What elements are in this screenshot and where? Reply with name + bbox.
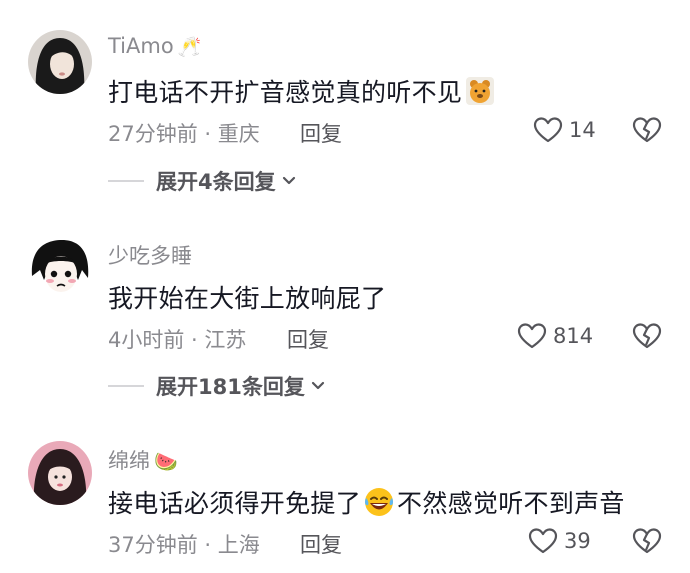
comment-time: 37分钟前 xyxy=(108,533,198,557)
like-button[interactable]: 39 xyxy=(528,527,591,555)
divider-line xyxy=(108,180,144,182)
comment-time: 4小时前 xyxy=(108,328,185,352)
champagne-emoji: 🥂 xyxy=(177,36,202,58)
comment-text: 接电话必须得开免提了 不然感觉听不到声音 xyxy=(108,484,625,520)
like-count: 14 xyxy=(569,118,596,142)
laughing-crying-emoji xyxy=(364,488,394,516)
expand-replies[interactable]: 展开181条回复 xyxy=(108,371,325,401)
comment-time: 27分钟前 xyxy=(108,122,198,146)
avatar-image xyxy=(28,236,92,300)
heart-icon xyxy=(517,323,547,349)
broken-heart-icon xyxy=(632,528,662,554)
avatar[interactable] xyxy=(28,236,92,300)
meta-separator: · xyxy=(197,533,218,557)
comment-meta: 4小时前 · 江苏 xyxy=(108,324,246,354)
like-count: 814 xyxy=(553,324,594,348)
meta-separator: · xyxy=(184,328,205,352)
reply-button[interactable]: 回复 xyxy=(287,324,329,354)
reply-button[interactable]: 回复 xyxy=(300,118,342,148)
like-button[interactable]: 814 xyxy=(517,322,593,350)
comment-text-main: 接电话必须得开免提了 xyxy=(108,489,362,518)
heart-icon xyxy=(533,117,563,143)
comment-text: 我开始在大街上放响屁了 xyxy=(108,279,386,315)
bear-emoji xyxy=(466,77,495,105)
comment-text-main: 打电话不开扩音感觉真的听不见 xyxy=(108,78,463,107)
expand-replies-label: 展开181条回复 xyxy=(156,375,305,399)
watermelon-emoji: 🍉 xyxy=(154,451,178,473)
comment-text: 打电话不开扩音感觉真的听不见 xyxy=(108,73,498,109)
dislike-button[interactable] xyxy=(632,116,662,144)
username[interactable]: TiAmo 🥂 xyxy=(108,34,201,58)
avatar[interactable] xyxy=(28,30,92,94)
username-text: 少吃多睡 xyxy=(108,244,192,268)
broken-heart-icon xyxy=(632,117,662,143)
meta-separator: · xyxy=(197,122,218,146)
comment-location: 江苏 xyxy=(204,328,247,352)
expand-replies[interactable]: 展开4条回复 xyxy=(108,166,296,196)
broken-heart-icon xyxy=(632,323,662,349)
chevron-down-icon xyxy=(282,176,295,185)
expand-replies-label: 展开4条回复 xyxy=(156,170,276,194)
username[interactable]: 绵绵 🍉 xyxy=(108,445,178,475)
avatar-image xyxy=(28,441,92,505)
comment-text-after: 不然感觉听不到声音 xyxy=(397,489,625,518)
dislike-button[interactable] xyxy=(632,322,662,350)
comment-text-main: 我开始在大街上放响屁了 xyxy=(108,284,387,313)
comment-meta: 27分钟前 · 重庆 xyxy=(108,118,260,148)
username[interactable]: 少吃多睡 xyxy=(108,240,192,270)
username-text: TiAmo xyxy=(108,34,174,58)
dislike-button[interactable] xyxy=(632,527,662,555)
heart-icon xyxy=(528,528,558,554)
avatar-image xyxy=(28,30,92,94)
username-text: 绵绵 xyxy=(108,449,150,473)
like-count: 39 xyxy=(564,529,591,553)
chevron-down-icon xyxy=(311,381,324,390)
divider-line xyxy=(108,385,144,387)
comment-location: 上海 xyxy=(217,533,260,557)
like-button[interactable]: 14 xyxy=(533,116,596,144)
avatar[interactable] xyxy=(28,441,92,505)
reply-button[interactable]: 回复 xyxy=(300,529,342,559)
comment-location: 重庆 xyxy=(217,122,260,146)
comment-meta: 37分钟前 · 上海 xyxy=(108,529,260,559)
